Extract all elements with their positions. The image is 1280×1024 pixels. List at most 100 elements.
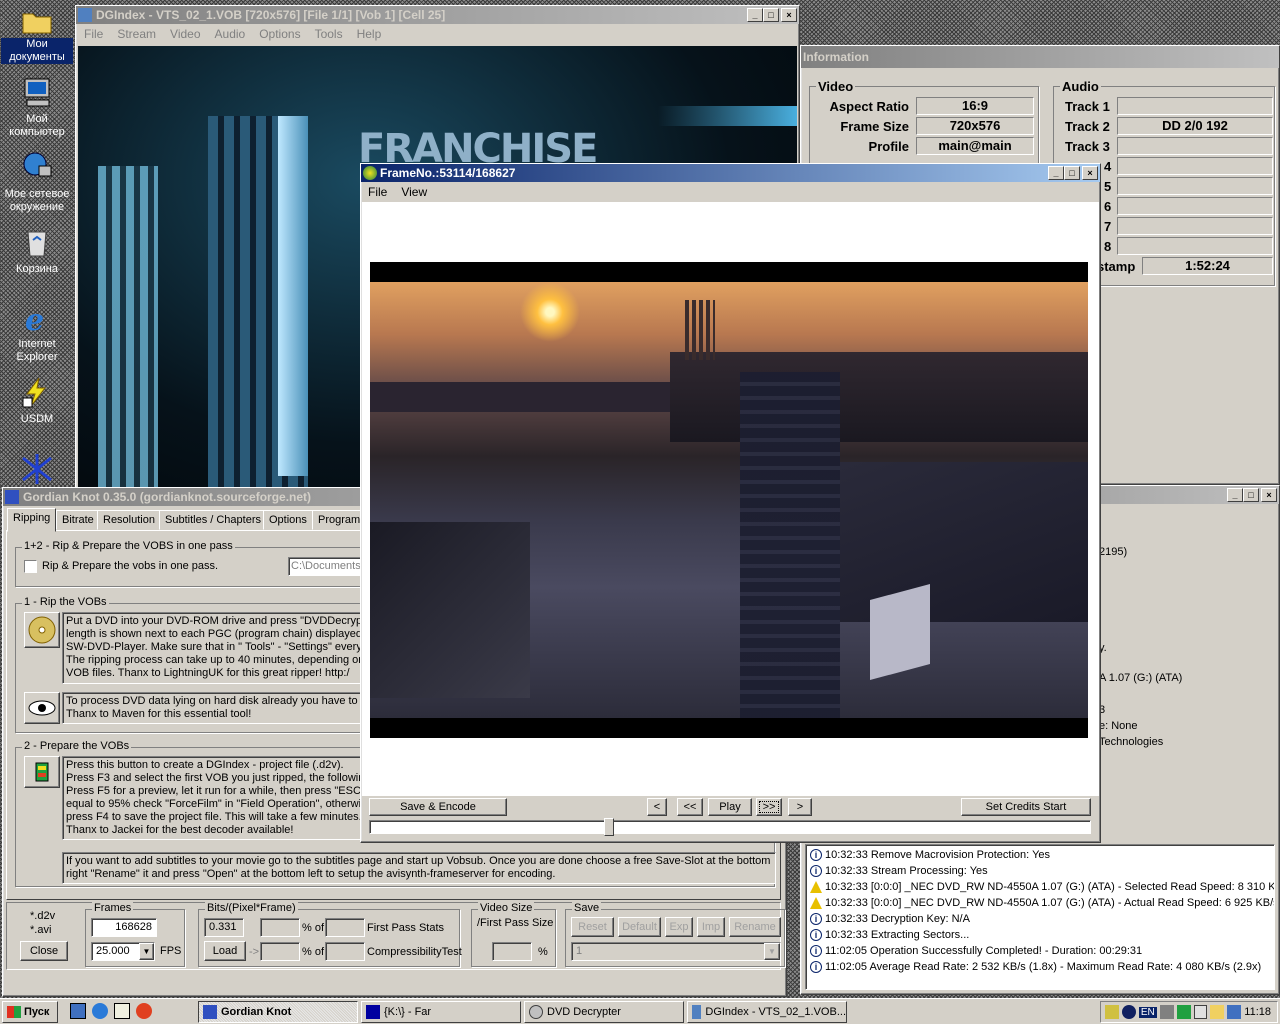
menu-file[interactable]: File: [84, 27, 103, 41]
default-button[interactable]: Default: [618, 917, 661, 937]
desktop-label-ie[interactable]: Internet Explorer: [1, 338, 73, 364]
load-button[interactable]: Load: [204, 941, 246, 961]
taskbar-gordian-knot[interactable]: Gordian Knot: [198, 1001, 358, 1023]
maximize-button[interactable]: □: [1243, 488, 1259, 502]
information-titlebar[interactable]: Information: [801, 46, 1279, 68]
minimize-button[interactable]: _: [747, 8, 763, 22]
notepad-icon[interactable]: [114, 1003, 130, 1019]
one-pass-path-field[interactable]: C:\Documents: [288, 557, 368, 576]
frame-titlebar[interactable]: FrameNo.:53114/168627 _ □ ×: [361, 164, 1100, 182]
dgindex-button[interactable]: [24, 756, 60, 788]
ie-icon[interactable]: e: [21, 302, 53, 334]
rename-button[interactable]: Rename: [729, 917, 781, 937]
decrypter-partial-panel: 2195) y. A 1.07 (G:) (ATA) 3 e: None Tec…: [1099, 544, 1182, 750]
menu-stream[interactable]: Stream: [117, 27, 156, 41]
folder-icon[interactable]: [21, 4, 53, 36]
log-line: 10:32:33 [0:0:0] _NEC DVD_RW ND-4550A 1.…: [810, 879, 1274, 895]
menu-options[interactable]: Options: [259, 27, 300, 41]
slider-thumb[interactable]: [604, 818, 615, 836]
play-button[interactable]: Play: [708, 798, 752, 816]
close-button[interactable]: ×: [1082, 166, 1098, 180]
info-video-label: Video: [816, 79, 856, 94]
start-button[interactable]: Пуск: [2, 1001, 58, 1023]
vobtool-button[interactable]: [24, 692, 60, 724]
recycle-bin-icon[interactable]: [21, 226, 53, 258]
menu-file[interactable]: File: [368, 185, 387, 199]
aspect-ratio-value: 16:9: [916, 97, 1034, 115]
minimize-button[interactable]: _: [1227, 488, 1243, 502]
fps-dropdown-icon[interactable]: ▼: [139, 943, 154, 960]
reset-button[interactable]: Reset: [571, 917, 614, 937]
windows-flag-icon: [7, 1006, 21, 1018]
desktop-label-my-computer[interactable]: Мой компьютер: [1, 113, 73, 139]
tab-program[interactable]: Program: [312, 510, 367, 530]
taskbar-far[interactable]: {K:\} - Far: [361, 1001, 521, 1023]
dvd-decrypter-button[interactable]: [24, 612, 60, 648]
desktop-label-usdm[interactable]: USDM: [1, 413, 73, 426]
gordian-knot-icon[interactable]: [21, 452, 53, 484]
dgindex-titlebar[interactable]: DGIndex - VTS_02_1.VOB [720x576] [File 1…: [76, 6, 799, 24]
tray-icon[interactable]: [1121, 1005, 1136, 1019]
tab-resolution[interactable]: Resolution: [97, 510, 161, 530]
fast-forward-button[interactable]: >>: [756, 798, 782, 816]
imp-button[interactable]: Imp: [697, 917, 725, 937]
menu-audio[interactable]: Audio: [215, 27, 246, 41]
profile-value: main@main: [916, 137, 1034, 155]
clock[interactable]: 11:18: [1244, 1006, 1271, 1018]
info-icon: i: [810, 913, 822, 925]
tray-icon[interactable]: [1176, 1005, 1191, 1019]
menu-help[interactable]: Help: [357, 27, 382, 41]
frames-field[interactable]: 168628: [91, 918, 157, 937]
track2-value: DD 2/0 192: [1117, 117, 1273, 135]
maximize-button[interactable]: □: [763, 8, 779, 22]
taskbar-dvd-decrypter[interactable]: DVD Decrypter: [524, 1001, 684, 1023]
log-line: i 10:32:33 Remove Macrovision Protection:…: [810, 847, 1270, 863]
minimize-button[interactable]: _: [1048, 166, 1064, 180]
language-indicator[interactable]: EN: [1138, 1006, 1157, 1018]
save-slot-select[interactable]: 1: [571, 942, 781, 961]
rewind-button[interactable]: <<: [677, 798, 703, 816]
computer-icon[interactable]: [21, 76, 53, 108]
save-encode-button[interactable]: Save & Encode: [369, 798, 507, 816]
next-frame-button[interactable]: >: [788, 798, 812, 816]
decrypter-log-list[interactable]: i 10:32:33 Remove Macrovision Protection:…: [805, 844, 1275, 990]
show-desktop-icon[interactable]: [70, 1003, 86, 1019]
tray-icon[interactable]: [1227, 1005, 1242, 1019]
tray-icon[interactable]: [1193, 1005, 1208, 1019]
desktop-label-my-docs[interactable]: Мои документы: [1, 38, 73, 64]
tab-bitrate[interactable]: Bitrate: [56, 510, 100, 530]
prev-frame-button[interactable]: <: [647, 798, 667, 816]
one-pass-checkbox[interactable]: [24, 560, 37, 573]
frame-seek-slider[interactable]: [369, 818, 1091, 836]
exp-button[interactable]: Exp: [665, 917, 693, 937]
network-icon[interactable]: [21, 150, 53, 182]
tray-icon[interactable]: [1159, 1005, 1174, 1019]
partial-line: e: None: [1099, 720, 1138, 732]
frame-size-label: Frame Size: [840, 119, 909, 134]
close-button[interactable]: ×: [781, 8, 797, 22]
set-credits-start-button[interactable]: Set Credits Start: [961, 798, 1091, 816]
tab-subtitles-chapters[interactable]: Subtitles / Chapters: [159, 510, 267, 530]
menu-view[interactable]: View: [401, 185, 427, 199]
tray-icon[interactable]: [1210, 1005, 1225, 1019]
desktop-label-recycle[interactable]: Корзина: [1, 263, 73, 276]
close-button[interactable]: ×: [1261, 488, 1277, 502]
compress-size-field: [260, 942, 300, 961]
taskbar-dgindex[interactable]: DGIndex - VTS_02_1.VOB...: [687, 1001, 847, 1023]
volume-icon[interactable]: [1105, 1005, 1119, 1019]
track7-value: [1117, 217, 1273, 235]
close-button[interactable]: Close: [20, 941, 68, 961]
save-slot-dropdown-icon[interactable]: ▼: [764, 943, 780, 960]
tab-options[interactable]: Options: [263, 510, 313, 530]
video-size-pct-field: [492, 942, 532, 961]
desktop-label-network[interactable]: Мое сетевое окружение: [1, 188, 73, 214]
partial-line: Technologies: [1099, 736, 1164, 748]
maximize-button[interactable]: □: [1064, 166, 1080, 180]
menu-tools[interactable]: Tools: [315, 27, 343, 41]
menu-video[interactable]: Video: [170, 27, 200, 41]
ie-quick-icon[interactable]: [92, 1003, 108, 1019]
usdm-icon[interactable]: [21, 376, 53, 408]
player-icon[interactable]: [136, 1003, 152, 1019]
tab-ripping[interactable]: Ripping: [7, 508, 57, 532]
gk-group-prepare-label: 2 - Prepare the VOBs: [22, 740, 132, 752]
